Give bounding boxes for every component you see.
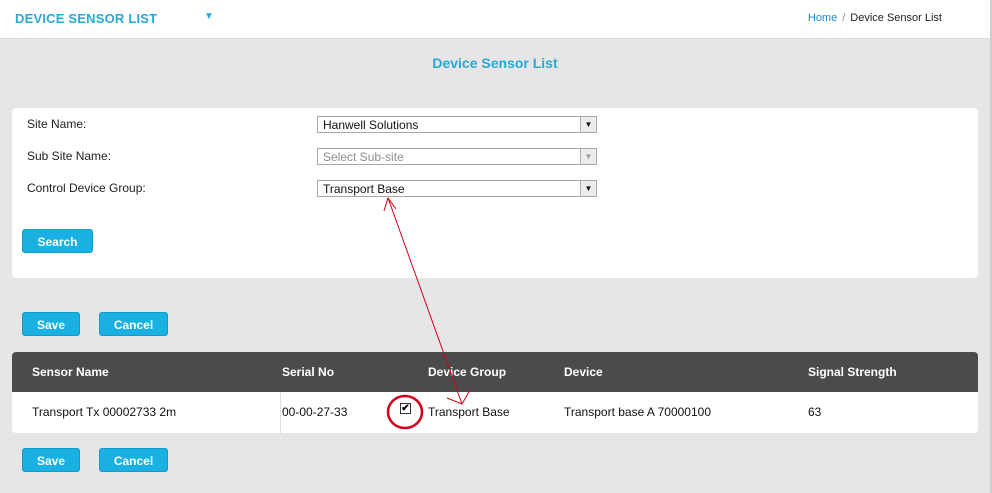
sub-site-name-select: Select Sub-site ▼ [317, 148, 597, 165]
table-header: Sensor Name Serial No Device Group Devic… [12, 352, 978, 392]
site-name-label: Site Name: [27, 117, 87, 131]
site-name-value: Hanwell Solutions [323, 118, 419, 132]
column-header-signal-strength[interactable]: Signal Strength [808, 365, 897, 379]
column-header-sensor-name[interactable]: Sensor Name [32, 365, 109, 379]
search-button[interactable]: Search [22, 229, 93, 253]
site-name-select[interactable]: Hanwell Solutions ▼ [317, 116, 597, 133]
breadcrumb-separator: / [842, 12, 846, 24]
cancel-button-top[interactable]: Cancel [99, 312, 168, 336]
dropdown-arrow-icon[interactable]: ▼ [580, 181, 596, 196]
column-header-device-group[interactable]: Device Group [428, 365, 506, 379]
control-device-group-select[interactable]: Transport Base ▼ [317, 180, 597, 197]
cell-device: Transport base A 70000100 [564, 405, 711, 419]
sub-site-name-placeholder: Select Sub-site [323, 150, 404, 164]
control-device-group-value: Transport Base [323, 182, 405, 196]
cell-serial-no: 00-00-27-33 [282, 405, 348, 419]
dropdown-arrow-icon[interactable]: ▼ [580, 117, 596, 132]
save-button-bottom[interactable]: Save [22, 448, 80, 472]
cell-sensor-name: Transport Tx 00002733 2m [32, 405, 177, 419]
breadcrumb: Home / Device Sensor List [808, 12, 942, 24]
menu-caret-icon[interactable]: ▼ [204, 11, 214, 22]
column-divider [280, 392, 281, 433]
control-device-group-label: Control Device Group: [27, 181, 146, 195]
save-button-top[interactable]: Save [22, 312, 80, 336]
column-header-device[interactable]: Device [564, 365, 603, 379]
dropdown-arrow-icon: ▼ [580, 149, 596, 164]
column-header-serial-no[interactable]: Serial No [282, 365, 334, 379]
breadcrumb-home-link[interactable]: Home [808, 12, 837, 24]
top-bar: DEVICE SENSOR LIST ▼ Home / Device Sensor … [0, 0, 990, 39]
cancel-button-bottom[interactable]: Cancel [99, 448, 168, 472]
sensor-table: Sensor Name Serial No Device Group Devic… [12, 352, 978, 433]
device-group-checkbox[interactable]: ✔ [400, 403, 411, 414]
cell-signal-strength: 63 [808, 405, 822, 419]
app-title: DEVICE SENSOR LIST [15, 11, 158, 26]
cell-device-group: Transport Base [428, 405, 510, 419]
filter-panel: Site Name: Hanwell Solutions ▼ Sub Site … [12, 108, 978, 278]
sub-site-name-label: Sub Site Name: [27, 149, 112, 163]
page-title: Device Sensor List [432, 55, 558, 71]
breadcrumb-current: Device Sensor List [850, 12, 942, 24]
